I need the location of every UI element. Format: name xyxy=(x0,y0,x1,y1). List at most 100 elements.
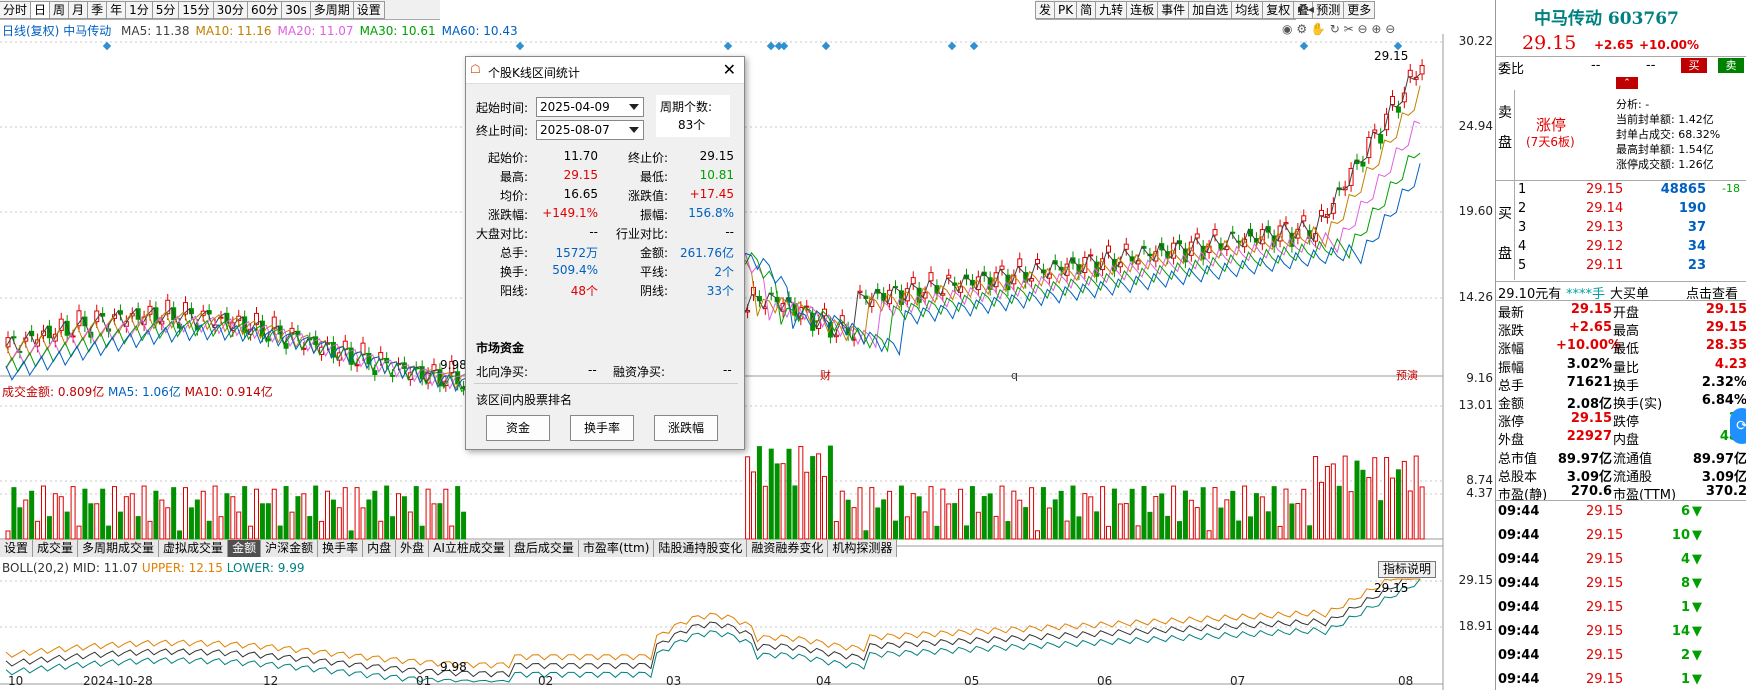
buy-button[interactable]: 买 xyxy=(1681,58,1707,73)
indicator-tab-0[interactable]: 设置 xyxy=(0,540,34,557)
collapse-icon[interactable]: ⌃ xyxy=(1616,77,1638,89)
stat-label: 换手 xyxy=(1613,378,1640,394)
tick-price: 29.15 xyxy=(1586,648,1624,663)
stat-label: 金额 xyxy=(1498,397,1525,412)
north-value: -- xyxy=(588,363,597,377)
tick-price: 29.15 xyxy=(1586,528,1624,543)
bid-change: -18 xyxy=(1722,182,1740,195)
stat-value: 71621 xyxy=(1566,374,1612,390)
boll-tick: 18.91 xyxy=(1458,619,1493,633)
tick-price: 29.15 xyxy=(1586,600,1624,615)
indicator-tab-2[interactable]: 多周期成交量 xyxy=(78,540,160,557)
tool-button-10[interactable]: 预测 xyxy=(1312,1,1345,19)
stat-value: -- xyxy=(725,225,734,239)
period-tab-5[interactable]: 年 xyxy=(106,1,127,19)
limit-up-label: 涨停 xyxy=(1536,116,1567,134)
stat-value: 3.02% xyxy=(1566,356,1612,372)
close-icon[interactable]: ✕ xyxy=(723,60,736,79)
stat-label: 涨跌值: xyxy=(627,189,668,203)
bid-level: 1 xyxy=(1518,182,1527,197)
period-tab-10[interactable]: 60分 xyxy=(246,1,283,19)
indicator-tab-6[interactable]: 换手率 xyxy=(318,540,364,557)
tool-button-8[interactable]: 复权 xyxy=(1262,1,1295,19)
period-tab-1[interactable]: 日 xyxy=(30,1,51,19)
date-tick: 06 xyxy=(1097,674,1113,688)
turnover-button[interactable]: 换手率 xyxy=(570,415,634,441)
range-stats-dialog: ☖ 个股K线区间统计 ✕ 起始时间: 2025-04-09 终止时间: 2025… xyxy=(465,56,745,450)
limit-up-days: (7天6板) xyxy=(1526,135,1575,149)
sell-button[interactable]: 卖 xyxy=(1718,58,1744,73)
indicator-tab-7[interactable]: 内盘 xyxy=(363,540,397,557)
pointer-icon[interactable]: ▸ xyxy=(1298,2,1304,16)
stat-label: 涨停 xyxy=(1498,415,1525,431)
tick-time: 09:44 xyxy=(1498,624,1540,639)
tick-volume: 1 xyxy=(1680,600,1690,615)
date-tick: 12 xyxy=(263,674,279,688)
period-tab-4[interactable]: 季 xyxy=(87,1,108,19)
period-tab-8[interactable]: 15分 xyxy=(178,1,214,19)
indicator-tab-3[interactable]: 虚拟成交量 xyxy=(159,540,229,557)
tool-button-6[interactable]: 加自选 xyxy=(1188,1,1233,19)
end-date-select[interactable]: 2025-08-07 xyxy=(536,120,644,140)
stat-value: +17.45 xyxy=(689,187,734,201)
stat-label: 内盘 xyxy=(1613,433,1640,449)
side-float-icon[interactable]: ⟳ xyxy=(1730,408,1746,444)
period-tab-11[interactable]: 30s xyxy=(281,1,311,19)
tool-button-0[interactable]: 发 xyxy=(1035,1,1056,19)
stat-label: 起始价: xyxy=(487,151,528,165)
indicator-tab-10[interactable]: 盘后成交量 xyxy=(510,540,579,557)
change-button[interactable]: 涨跌幅 xyxy=(654,415,718,441)
stat-value: 2.08亿 xyxy=(1566,397,1612,412)
indicator-tab-8[interactable]: 外盘 xyxy=(396,540,430,557)
start-date-select[interactable]: 2025-04-09 xyxy=(536,97,644,117)
period-label: 周期个数: xyxy=(660,100,713,114)
period-tab-9[interactable]: 30分 xyxy=(212,1,248,19)
tool-button-2[interactable]: 简 xyxy=(1076,1,1097,19)
period-tab-7[interactable]: 5分 xyxy=(151,1,180,19)
tool-button-11[interactable]: 更多 xyxy=(1343,1,1376,19)
stat-value: 270.6 xyxy=(1570,484,1612,499)
event-mark-0[interactable]: 财 xyxy=(820,368,831,382)
period-box: 周期个数: 83个 xyxy=(656,95,730,137)
indicator-help-button[interactable]: 指标说明 xyxy=(1378,561,1437,578)
date-tick: 2024-10-28 xyxy=(83,674,153,688)
indicator-tab-14[interactable]: 机构探测器 xyxy=(828,540,898,557)
stat-label: 行业对比: xyxy=(615,227,668,241)
period-tab-2[interactable]: 周 xyxy=(49,1,70,19)
tool-button-5[interactable]: 事件 xyxy=(1157,1,1190,19)
indicator-tab-9[interactable]: AI立桩成交量 xyxy=(429,540,510,557)
indicator-tab-13[interactable]: 融资融券变化 xyxy=(747,540,829,557)
tool-button-4[interactable]: 连板 xyxy=(1126,1,1159,19)
period-tab-12[interactable]: 多周期 xyxy=(309,1,354,19)
volume-ma5: MA5: 1.06亿 xyxy=(108,385,181,399)
bid-volume: 37 xyxy=(1687,220,1706,235)
indicator-tab-4[interactable]: 金额 xyxy=(228,540,262,557)
date-tick: 03 xyxy=(666,674,682,688)
indicator-tab-1[interactable]: 成交量 xyxy=(33,540,79,557)
quote-panel: 中马传动 603767 29.15 +2.65 +10.00% 委比 -- --… xyxy=(1495,0,1746,690)
tool-button-7[interactable]: 均线 xyxy=(1231,1,1264,19)
bid-price: 29.12 xyxy=(1586,239,1624,254)
tool-toolbar: 发 PK 简九转 连板 事件 加自选 均线 复权叠预测 更多 xyxy=(1035,0,1376,20)
indicator-tab-11[interactable]: 市盈率(ttm) xyxy=(579,540,655,557)
tool-button-3[interactable]: 九转 xyxy=(1095,1,1128,19)
funds-button[interactable]: 资金 xyxy=(486,415,550,441)
date-tick: 10 xyxy=(8,674,24,688)
event-mark-2[interactable]: 预演 xyxy=(1396,368,1418,382)
period-tab-6[interactable]: 1分 xyxy=(125,1,153,19)
prev-icon[interactable]: ◂ xyxy=(1308,2,1314,16)
price-chart[interactable]: 29.15 9.98 29.15 9.98 财 q 预演 xyxy=(0,34,1495,690)
indicator-tab-12[interactable]: 陆股通持股变化 xyxy=(654,540,748,557)
stat-label: 总手: xyxy=(499,246,528,260)
indicator-tab-5[interactable]: 沪深金额 xyxy=(261,540,319,557)
tool-button-1[interactable]: PK xyxy=(1054,1,1078,19)
period-tab-13[interactable]: 设置 xyxy=(352,1,385,19)
wb-value2: -- xyxy=(1646,58,1656,73)
event-mark-1[interactable]: q xyxy=(1011,369,1018,382)
tick-time: 09:44 xyxy=(1498,672,1540,687)
wb-label: 委比 xyxy=(1498,62,1525,77)
stat-label: 最高 xyxy=(1613,324,1640,340)
stat-value: 11.70 xyxy=(563,149,598,163)
period-tab-3[interactable]: 月 xyxy=(68,1,89,19)
period-tab-0[interactable]: 分时 xyxy=(0,1,32,19)
